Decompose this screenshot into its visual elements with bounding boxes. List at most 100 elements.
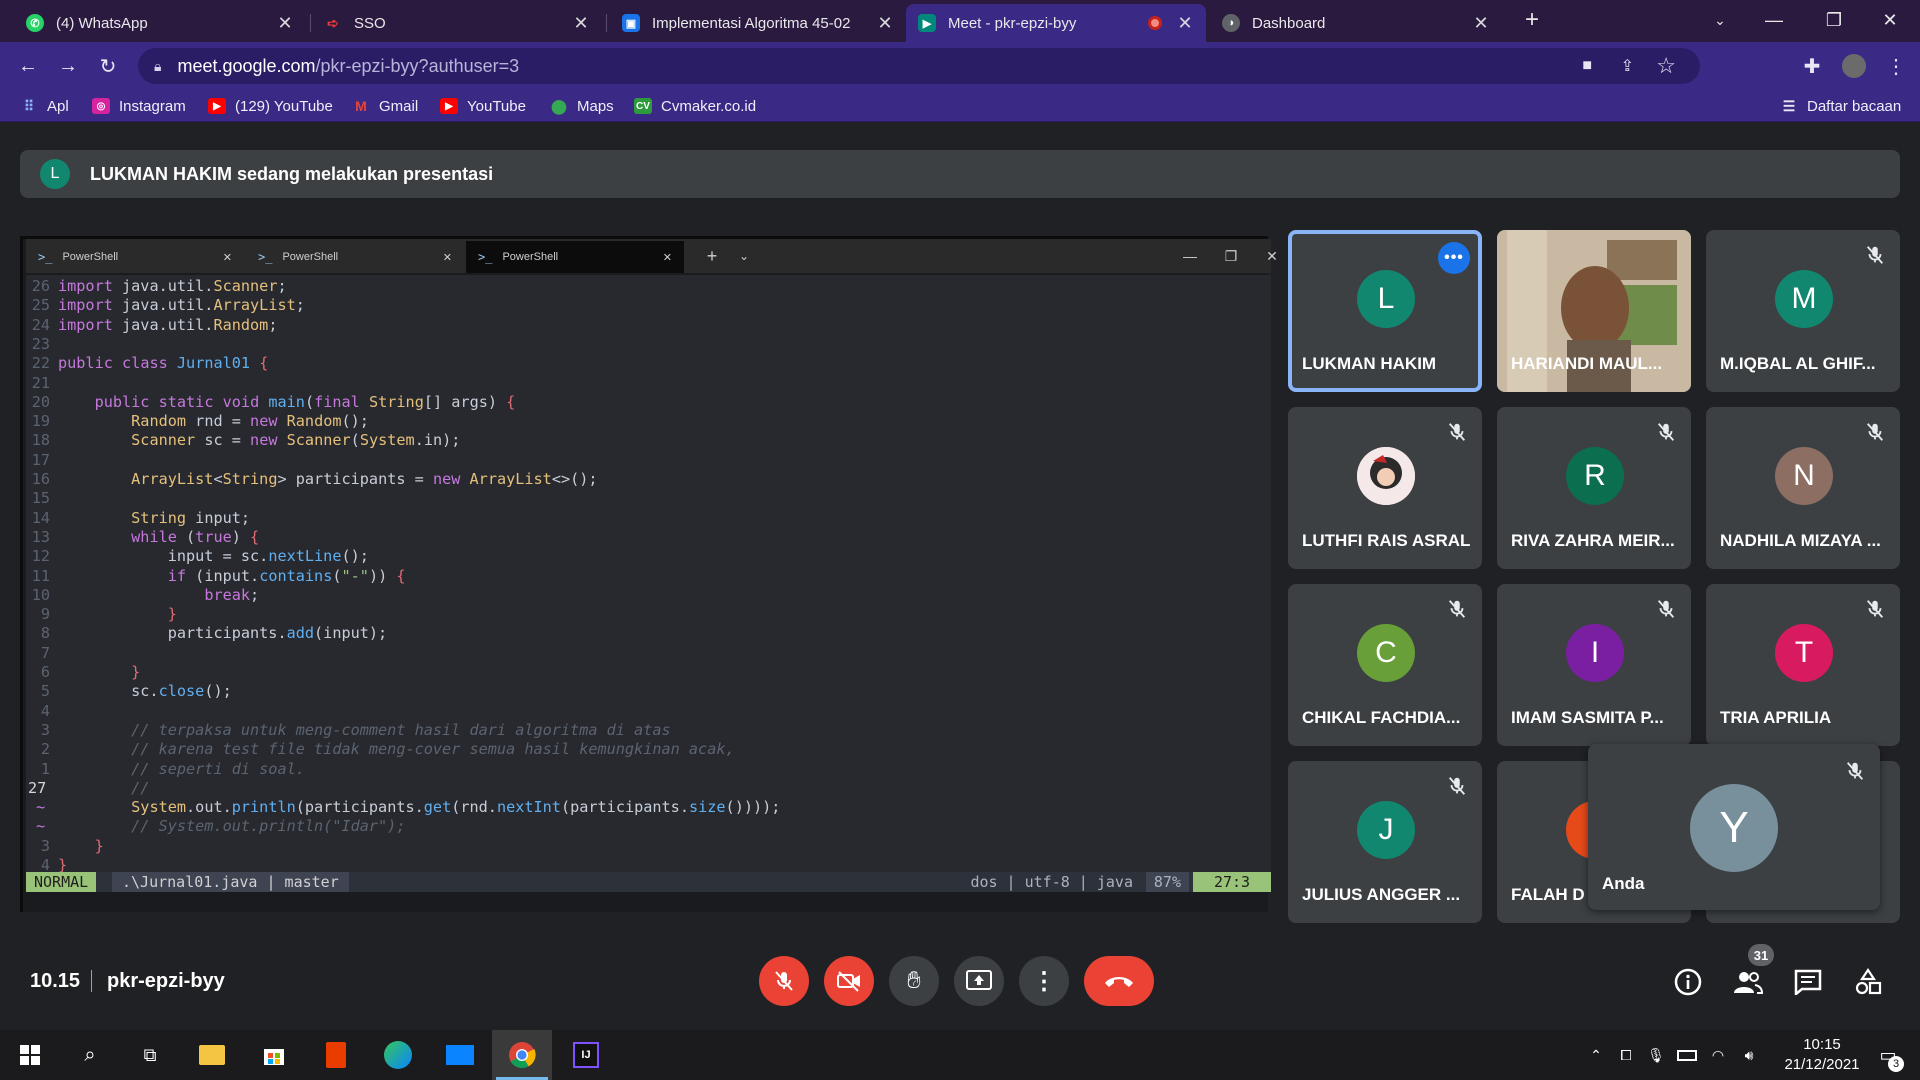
profile-avatar[interactable] xyxy=(1838,50,1870,82)
system-clock[interactable]: 10:15 21/12/2021 xyxy=(1772,1035,1872,1075)
search-button[interactable]: ⌕ xyxy=(60,1030,120,1080)
tab-title: Meet - pkr-epzi-byy xyxy=(948,14,1077,32)
vim-file: .\Jurnal01.java | master xyxy=(112,872,349,892)
mic-toggle-button[interactable] xyxy=(759,956,809,1006)
bookmark-youtube[interactable]: ▶ YouTube xyxy=(440,96,526,116)
back-button[interactable]: ← xyxy=(12,50,44,82)
bookmark-star-icon[interactable]: ☆ xyxy=(1656,53,1676,79)
more-vert-icon: ⋮ xyxy=(1032,967,1056,995)
chat-button[interactable] xyxy=(1792,966,1824,998)
battery-icon[interactable] xyxy=(1674,1044,1700,1066)
bookmark-gmail[interactable]: M Gmail xyxy=(352,96,418,116)
volume-icon[interactable]: 🔊︎ xyxy=(1736,1044,1762,1066)
participant-tile[interactable]: N NADHILA MIZAYA ... xyxy=(1706,407,1900,569)
powershell-icon: >_ xyxy=(38,250,53,264)
extensions-icon[interactable]: ✚ xyxy=(1796,50,1828,82)
tab-title: Implementasi Algoritma 45-02 xyxy=(652,14,851,32)
participant-tile[interactable]: R RIVA ZAHRA MEIR... xyxy=(1497,407,1691,569)
action-center-button[interactable]: ▭ 3 xyxy=(1870,1044,1906,1072)
camera-toggle-button[interactable] xyxy=(824,956,874,1006)
tab-meet[interactable]: ▶ Meet - pkr-epzi-byy ✕ xyxy=(906,4,1206,42)
reading-list-label: Daftar bacaan xyxy=(1807,97,1902,115)
bookmark-label: Apl xyxy=(47,97,69,115)
chrome-menu-icon[interactable]: ⋮ xyxy=(1880,50,1912,82)
bookmark-youtube-129[interactable]: ▶ (129) YouTube xyxy=(208,96,333,116)
raise-hand-button[interactable]: ✋︎ xyxy=(889,956,939,1006)
camera-icon[interactable]: ■ xyxy=(1582,57,1592,75)
taskbar-store[interactable] xyxy=(244,1030,304,1080)
participant-tile[interactable]: J JULIUS ANGGER ... xyxy=(1288,761,1482,923)
more-options-icon[interactable]: ••• xyxy=(1438,242,1470,274)
mic-off-icon xyxy=(1657,600,1675,618)
taskbar-office[interactable] xyxy=(306,1030,366,1080)
participant-tile[interactable]: ••• L LUKMAN HAKIM xyxy=(1288,230,1482,392)
participant-tile[interactable]: I IMAM SASMITA P... xyxy=(1497,584,1691,746)
close-icon[interactable]: ✕ xyxy=(876,13,894,34)
meeting-details-button[interactable] xyxy=(1672,966,1704,998)
tab-sso[interactable]: ➪ SSO ✕ xyxy=(312,4,602,42)
share-icon[interactable]: ⇪ xyxy=(1621,56,1634,76)
participant-name: LUTHFI RAIS ASRAL xyxy=(1302,531,1471,550)
tab-dashboard[interactable]: ◑ Dashboard ✕ xyxy=(1210,4,1502,42)
people-icon xyxy=(1734,972,1763,994)
taskbar-file-explorer[interactable] xyxy=(182,1030,242,1080)
taskbar-chrome[interactable] xyxy=(492,1030,552,1080)
self-view-tile[interactable]: Y Anda xyxy=(1588,744,1880,910)
taskbar-intellij[interactable]: IJ xyxy=(556,1030,616,1080)
close-icon[interactable]: ✕ xyxy=(1472,13,1490,34)
code-line: 7 xyxy=(40,643,50,662)
code-line: 14 String input; xyxy=(31,508,251,527)
whatsapp-icon: ✆ xyxy=(26,14,44,32)
taskbar-edge[interactable] xyxy=(368,1030,428,1080)
sso-icon: ➪ xyxy=(327,14,339,31)
restore-button[interactable]: ❐ xyxy=(1806,0,1862,40)
code-line: 22 public class Jurnal01 { xyxy=(31,354,269,373)
microphone-tray-icon[interactable]: 🎙︎ xyxy=(1644,1044,1668,1066)
participant-tile[interactable]: T TRIA APRILIA xyxy=(1706,584,1900,746)
bookmark-maps[interactable]: ⬤ Maps xyxy=(550,96,614,116)
bookmark-instagram[interactable]: ◎ Instagram xyxy=(92,96,186,116)
forward-button[interactable]: → xyxy=(52,50,84,82)
vim-statusline: NORMAL .\Jurnal01.java | master dos | ut… xyxy=(26,872,1271,892)
bookmark-label: Maps xyxy=(577,97,614,115)
terminal-tab: >_ PowerShell ✕ xyxy=(38,250,232,264)
close-icon[interactable]: ✕ xyxy=(1176,13,1194,34)
powershell-icon: >_ xyxy=(478,250,493,264)
task-view-button[interactable]: ⧉ xyxy=(120,1030,180,1080)
address-bar[interactable]: 🔒︎ meet.google.com/pkr-epzi-byy?authuser… xyxy=(138,48,1700,84)
code-line: 4 xyxy=(40,701,50,720)
tab-search-chevron-icon[interactable]: ⌄ xyxy=(1692,0,1748,40)
bookmark-label: (129) YouTube xyxy=(235,97,333,115)
show-hidden-icons[interactable]: ⌃ xyxy=(1584,1044,1608,1066)
bookmark-apps[interactable]: ⠿ Apl xyxy=(20,96,69,116)
reading-list-button[interactable]: ☰ Daftar bacaan xyxy=(1780,96,1902,116)
minimize-button[interactable]: — xyxy=(1746,0,1802,40)
wifi-icon[interactable]: ◠ xyxy=(1706,1044,1730,1066)
more-options-button[interactable]: ⋮ xyxy=(1019,956,1069,1006)
taskbar-mail[interactable] xyxy=(430,1030,490,1080)
activities-button[interactable] xyxy=(1852,966,1884,998)
tab-whatsapp[interactable]: ✆ (4) WhatsApp ✕ xyxy=(14,4,306,42)
participant-tile[interactable]: C CHIKAL FACHDIA... xyxy=(1288,584,1482,746)
tab-classroom[interactable]: ▣ Implementasi Algoritma 45-02 ✕ xyxy=(610,4,906,42)
participant-tile[interactable]: M M.IQBAL AL GHIF... xyxy=(1706,230,1900,392)
participant-tile[interactable]: LUTHFI RAIS ASRAL xyxy=(1288,407,1482,569)
present-now-button[interactable] xyxy=(954,956,1004,1006)
start-button[interactable] xyxy=(0,1030,60,1080)
close-window-button[interactable]: ✕ xyxy=(1862,0,1918,40)
terminal-tab-strip: >_ PowerShell ✕ >_ PowerShell ✕ >_ PowerShell… xyxy=(26,239,1278,273)
close-icon[interactable]: ✕ xyxy=(276,13,294,34)
code-line: 6 } xyxy=(40,663,141,681)
participant-name: FALAH D xyxy=(1511,885,1585,904)
close-icon[interactable]: ✕ xyxy=(572,13,590,34)
tray-device-icon[interactable]: ⧠ xyxy=(1614,1044,1638,1066)
people-button[interactable] xyxy=(1732,966,1764,998)
leave-call-button[interactable] xyxy=(1084,956,1154,1006)
camera-off-icon xyxy=(837,971,860,992)
bookmark-cvmaker[interactable]: CV Cvmaker.co.id xyxy=(634,96,756,116)
bookmarks-bar: ⠿ Apl ◎ Instagram ▶ (129) YouTube M Gmail ▶ Y… xyxy=(0,90,1920,122)
participant-tile[interactable]: HARIANDI MAUL... xyxy=(1497,230,1691,392)
new-tab-button[interactable]: + xyxy=(1504,0,1560,40)
close-icon: ✕ xyxy=(662,251,672,264)
reload-button[interactable]: ↻ xyxy=(92,50,124,82)
